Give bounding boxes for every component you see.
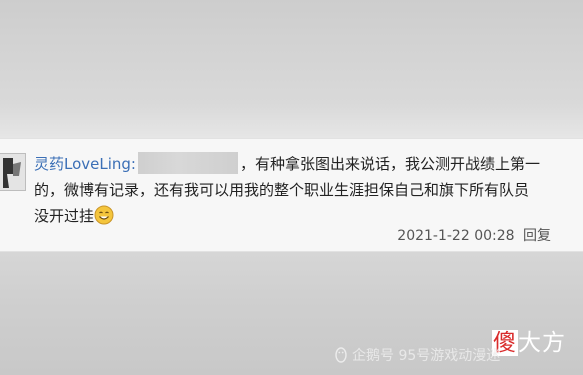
comment-text: 灵药LoveLing: ，有种拿张图出来说话，我公测开战绩上第一 的，微博有记录，…: [34, 151, 578, 229]
comment-meta: 2021-1-22 00:28 回复: [397, 225, 551, 245]
brand-watermark: 傻大方: [492, 323, 566, 357]
avatar[interactable]: [0, 153, 26, 191]
username-link[interactable]: 灵药LoveLing:: [34, 155, 136, 173]
blurred-background-top: [0, 0, 583, 138]
brand-watermark-rest: 大方: [518, 330, 566, 356]
smile-icon: [94, 205, 114, 225]
comment-line-1: ，有种拿张图出来说话，我公测开战绩上第一: [239, 155, 540, 173]
comment-card: 灵药LoveLing: ，有种拿张图出来说话，我公测开战绩上第一 的，微博有记录，…: [0, 138, 583, 252]
source-watermark: 企鹅号 95号游戏动漫迷: [333, 345, 500, 365]
comment-timestamp: 2021-1-22 00:28: [397, 228, 515, 244]
reply-button[interactable]: 回复: [523, 228, 551, 244]
penguin-icon: [333, 347, 349, 363]
redacted-mention: [137, 152, 238, 174]
source-watermark-text: 企鹅号 95号游戏动漫迷: [352, 348, 501, 364]
comment-line-3: 没开过挂: [34, 207, 95, 225]
comment-line-2: 的，微博有记录，还有我可以用我的整个职业生涯担保自己和旗下所有队员: [34, 181, 530, 199]
